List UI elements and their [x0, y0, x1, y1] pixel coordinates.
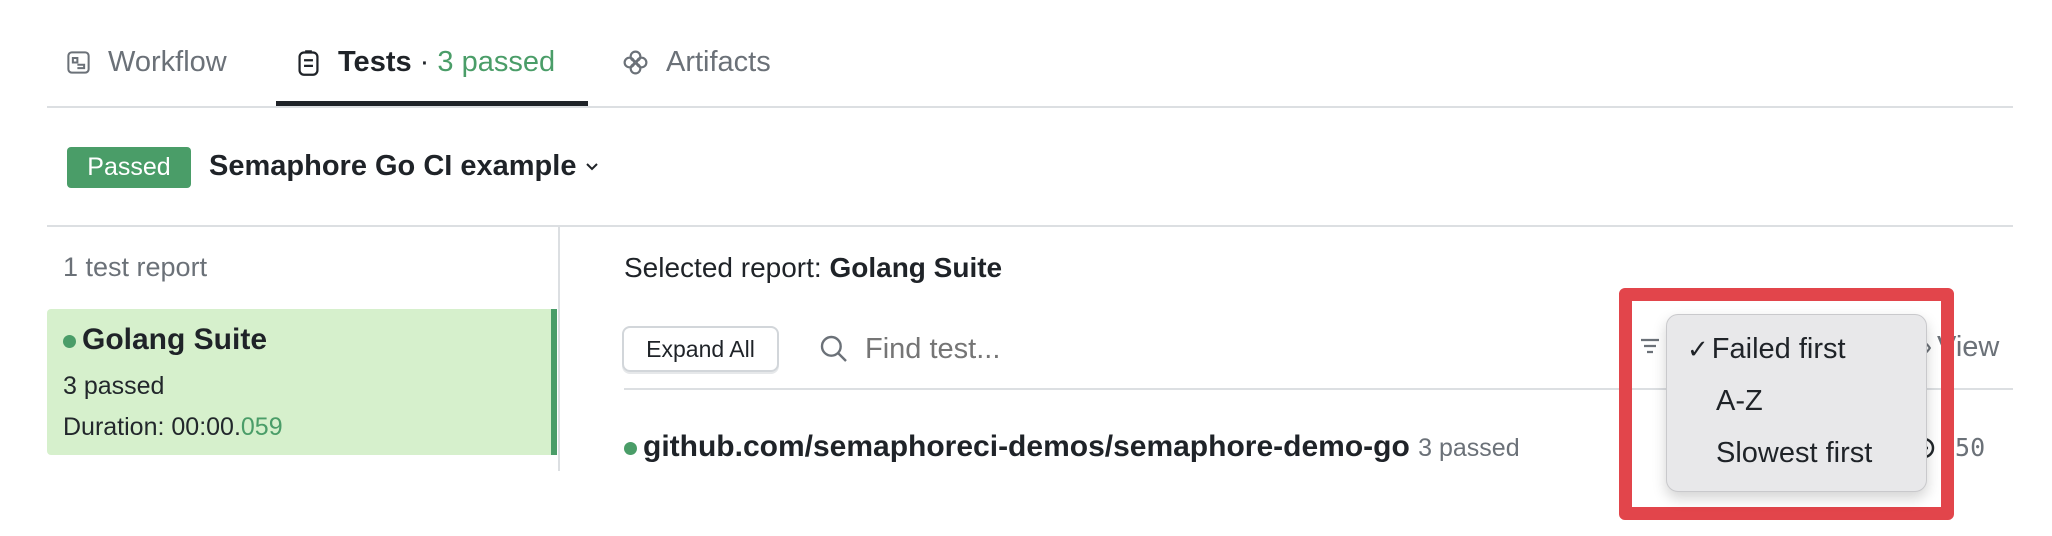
- report-card-golang-suite[interactable]: Golang Suite 3 passed Duration: 00:00.05…: [47, 309, 557, 455]
- report-title: Golang Suite: [63, 323, 267, 357]
- tab-workflow[interactable]: Workflow: [65, 42, 227, 82]
- chevron-down-icon: [586, 162, 599, 170]
- sidebar-divider: [558, 226, 560, 471]
- tab-tests-label: Tests: [338, 45, 412, 78]
- report-summary: 3 passed: [63, 372, 165, 400]
- report-duration: Duration: 00:00.059: [63, 413, 283, 441]
- tab-artifacts-label: Artifacts: [666, 45, 771, 78]
- menu-item-a-z[interactable]: A-Z: [1716, 385, 1763, 418]
- suite-name: github.com/semaphoreci-demos/semaphore-d…: [643, 430, 1410, 463]
- expand-all-button[interactable]: Expand All: [622, 326, 779, 372]
- pipeline-name: Semaphore Go CI example: [209, 150, 577, 182]
- tab-tests[interactable]: Tests · 3 passed: [295, 42, 555, 82]
- suite-summary: 3 passed: [1418, 434, 1520, 462]
- selected-report-heading: Selected report: Golang Suite: [624, 252, 1003, 283]
- sort-dropdown-menu: ✓ Failed first A-Z Slowest first: [1666, 314, 1927, 492]
- pipeline-selector[interactable]: Semaphore Go CI example: [209, 150, 599, 183]
- report-name: Golang Suite: [82, 323, 268, 356]
- artifacts-icon: [623, 50, 648, 74]
- checkmark-icon: ✓: [1687, 334, 1709, 364]
- menu-item-slowest-first[interactable]: Slowest first: [1716, 437, 1872, 470]
- tabs-divider: [47, 106, 2013, 108]
- find-test-input[interactable]: [865, 328, 1565, 370]
- workflow-icon: [67, 50, 90, 74]
- status-dot: [624, 441, 637, 455]
- status-dot: [63, 334, 76, 348]
- tab-separator: ·: [411, 45, 438, 78]
- tab-workflow-label: Workflow: [108, 45, 227, 78]
- section-divider: [47, 225, 2013, 227]
- search-icon: [820, 335, 847, 362]
- menu-item-failed-first[interactable]: ✓ Failed first: [1687, 333, 1846, 366]
- report-count: 1 test report: [63, 252, 208, 282]
- tab-artifacts[interactable]: Artifacts: [621, 42, 771, 82]
- tab-tests-count: 3 passed: [437, 45, 556, 78]
- suite-row[interactable]: github.com/semaphoreci-demos/semaphore-d…: [624, 430, 1520, 464]
- clipboard-icon: [298, 49, 319, 76]
- status-badge: Passed: [67, 147, 191, 188]
